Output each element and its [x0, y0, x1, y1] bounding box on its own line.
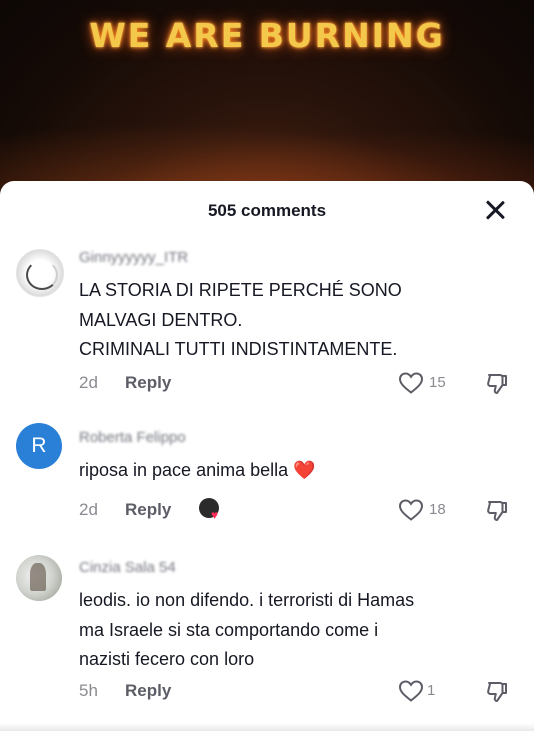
comment-username[interactable]: Ginnyyyyyy_ITR [79, 249, 188, 266]
like-count: 15 [429, 374, 446, 391]
avatar-image [26, 260, 58, 290]
comment-time: 2d [79, 500, 98, 519]
heart-icon: ♥ [211, 508, 219, 522]
reply-button[interactable]: Reply [125, 500, 171, 520]
comment-time: 5h [79, 681, 98, 700]
heart-outline-icon[interactable] [398, 679, 424, 703]
comment-text-line: CRIMINALI TUTTI INDISTINTAMENTE. [79, 339, 398, 359]
comments-header: 505 comments [0, 181, 534, 239]
heart-outline-icon[interactable] [398, 371, 424, 395]
dislike-icon[interactable] [485, 372, 509, 396]
comment-time: 2d [79, 373, 98, 392]
video-title: WE ARE BURNING [89, 16, 445, 55]
like-count: 18 [429, 501, 446, 518]
comment-text-line: LA STORIA DI RIPETE PERCHÉ SONO [79, 280, 402, 300]
comment-text-line: nazisti fecero con loro [79, 649, 255, 669]
dislike-icon[interactable] [485, 680, 509, 704]
comment-meta: 2d Reply ♥ 18 [79, 498, 519, 522]
avatar[interactable] [16, 555, 62, 601]
comment-text-line: leodis. io non difendo. i terroristi di … [79, 590, 415, 610]
comment-meta: 5h Reply 1 [79, 679, 519, 703]
avatar[interactable] [16, 249, 64, 297]
comments-count: 505 comments [207, 201, 327, 220]
comment-text-line: MALVAGI DENTRO. [79, 309, 243, 330]
sheet-bottom-edge [0, 723, 534, 731]
comment-text: leodis. io non difendo. i terroristi di … [79, 586, 414, 675]
comment-text: LA STORIA DI RIPETE PERCHÉ SONO MALVAGI … [79, 276, 402, 365]
like-count: 1 [427, 682, 436, 699]
comment-meta: 2d Reply 15 [79, 371, 519, 395]
avatar[interactable]: R [16, 423, 62, 469]
video-background[interactable]: WE ARE BURNING [0, 0, 534, 200]
comment-username[interactable]: Roberta Felippo [79, 429, 186, 446]
comment-text: riposa in pace anima bella ❤️ [79, 460, 316, 480]
comments-sheet: 505 comments Ginnyyyyyy_ITR LA STORIA DI… [0, 181, 534, 731]
heart-outline-icon[interactable] [398, 498, 424, 522]
reply-button[interactable]: Reply [125, 373, 171, 393]
avatar-image [30, 563, 46, 591]
comment-text-line: ma Israele si sta comportando come i [79, 619, 379, 640]
dislike-icon[interactable] [485, 499, 509, 523]
creator-liked-badge: ♥ [199, 498, 223, 522]
comment-username[interactable]: Cinzia Sala 54 [79, 559, 176, 576]
reply-button[interactable]: Reply [125, 681, 171, 701]
close-icon[interactable] [482, 197, 508, 223]
